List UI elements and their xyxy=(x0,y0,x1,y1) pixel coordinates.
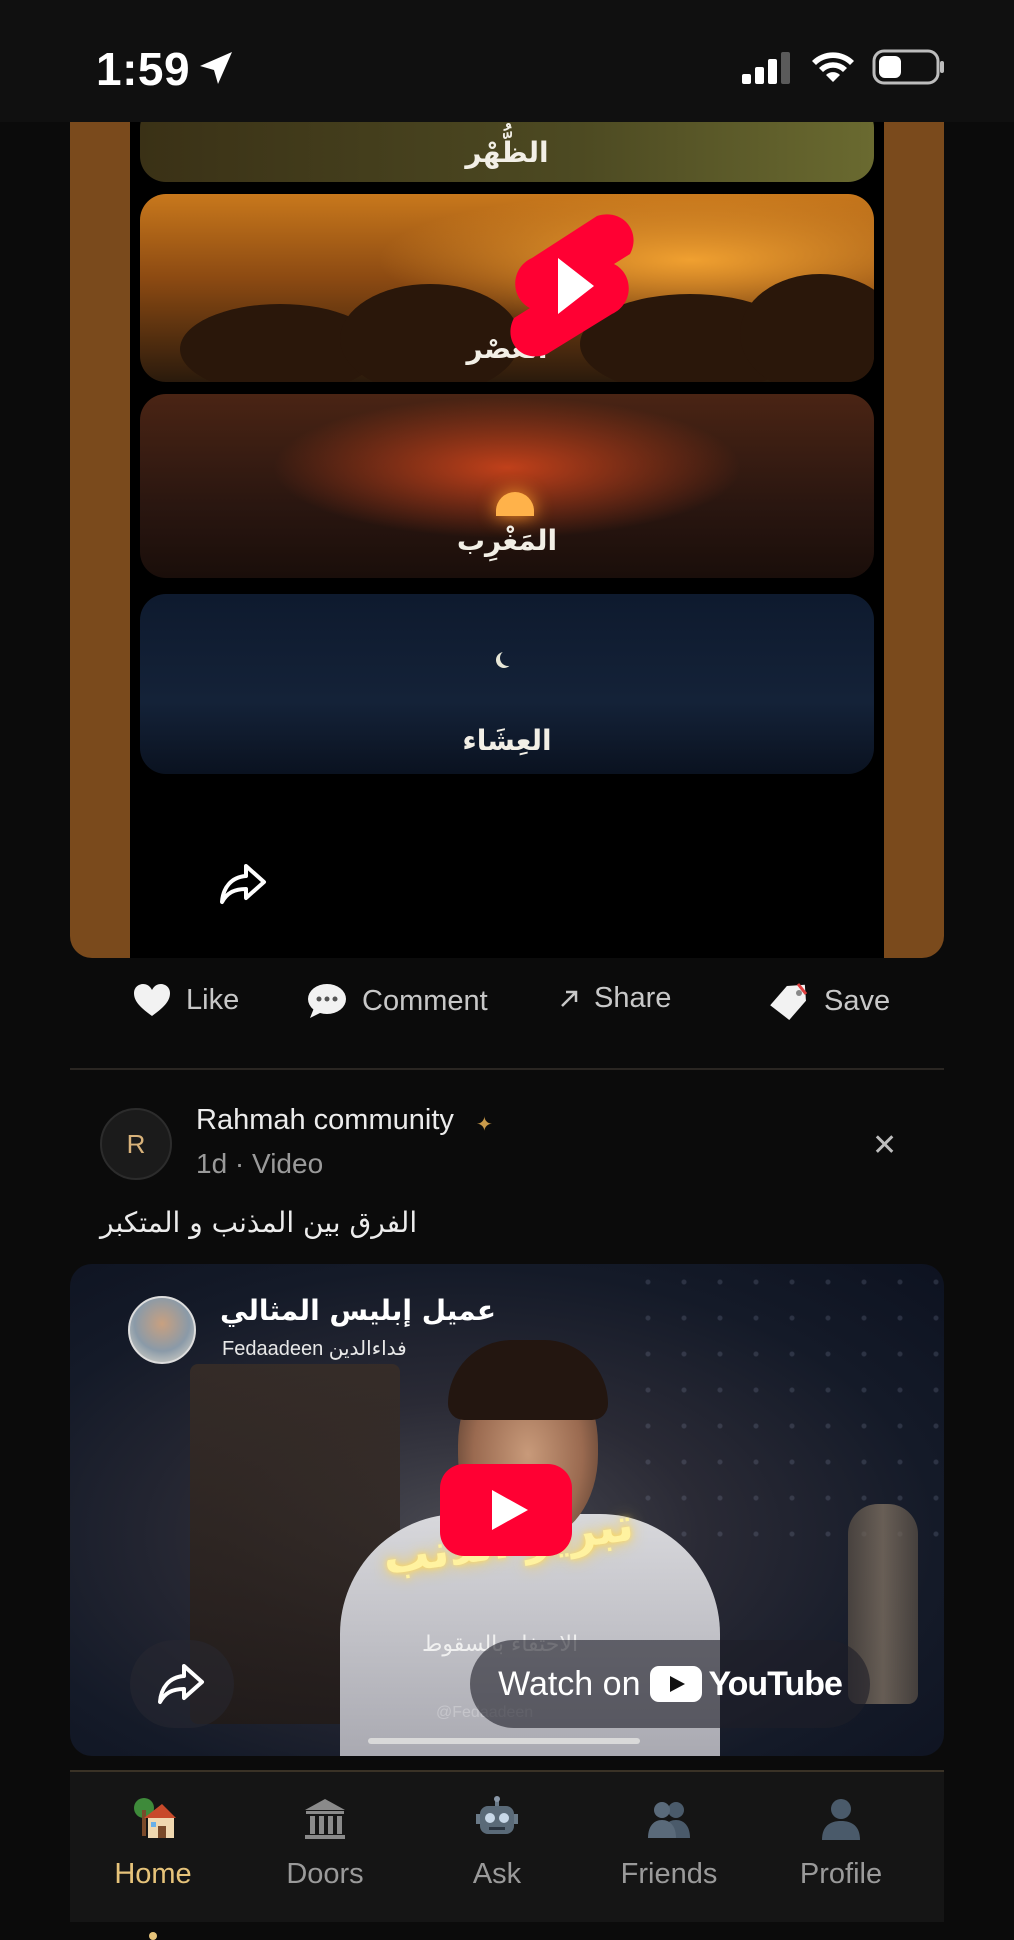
youtube-video-embed[interactable]: عميل إبليس المثالي Fedaadeen فداءالدين ت… xyxy=(70,1264,944,1756)
tag-icon xyxy=(770,983,808,1020)
friends-icon xyxy=(648,1802,690,1838)
comment-button[interactable]: Comment xyxy=(306,982,488,1020)
channel-name[interactable]: Fedaadeen فداءالدين xyxy=(222,1336,407,1361)
share-icon xyxy=(158,1664,204,1704)
robot-icon xyxy=(476,1796,518,1834)
prayer-label: الظُّهْر xyxy=(465,136,549,169)
nav-item-profile[interactable]: Profile xyxy=(761,1796,921,1891)
location-arrow-icon xyxy=(200,52,232,84)
nav-label-ask: Ask xyxy=(472,1858,522,1890)
sun-icon xyxy=(496,492,534,516)
nav-label-profile: Profile xyxy=(799,1858,883,1890)
arrow-up-right-icon xyxy=(561,990,578,1007)
post-meta: 1d · Video xyxy=(196,1148,324,1179)
bottom-navigation: Home Doors Ask Friends Profile xyxy=(70,1770,944,1940)
post-caption: الفرق بين المذنب و المتكبر xyxy=(100,1206,418,1239)
prayer-card-isha: العِشَاء xyxy=(140,594,874,774)
video-title[interactable]: عميل إبليس المثالي xyxy=(220,1294,496,1327)
comment-label: Comment xyxy=(362,984,488,1017)
nav-label-friends: Friends xyxy=(620,1858,718,1890)
post-video-thumbnail[interactable]: الظُّهْر العَصْر المَغْرِب العِشَاء xyxy=(70,122,944,958)
battery-icon xyxy=(872,49,944,85)
like-button[interactable]: Like xyxy=(132,982,239,1018)
home-indicator[interactable] xyxy=(368,1738,640,1744)
nav-item-doors[interactable]: Doors xyxy=(245,1796,405,1891)
youtube-logo: YouTube xyxy=(650,1664,843,1704)
prayer-label: المَغْرِب xyxy=(456,524,558,557)
nav-item-friends[interactable]: Friends xyxy=(589,1796,749,1891)
post-divider xyxy=(70,1068,944,1070)
person-hair xyxy=(448,1340,608,1420)
cellular-signal-icon xyxy=(742,52,790,84)
youtube-shorts-play-icon[interactable] xyxy=(502,206,642,366)
prayer-label: العِشَاء xyxy=(462,724,552,757)
author-name[interactable]: Rahmah community xyxy=(196,1104,454,1137)
youtube-play-button-icon[interactable] xyxy=(440,1464,572,1556)
doors-icon xyxy=(305,1799,345,1839)
status-time: 1:59 xyxy=(96,43,191,95)
speech-bubble-icon xyxy=(308,984,346,1018)
youtube-wordmark: YouTube xyxy=(708,1664,842,1703)
home-icon xyxy=(134,1798,176,1838)
watch-on-youtube-button[interactable]: Watch on YouTube xyxy=(470,1640,870,1728)
heart-icon xyxy=(134,984,170,1016)
post-actions: Like Comment Share Save xyxy=(70,964,944,1044)
save-label: Save xyxy=(824,984,891,1017)
nav-label-doors: Doors xyxy=(286,1858,364,1890)
status-bar: 1:59 xyxy=(0,0,1014,122)
author-avatar[interactable]: R xyxy=(100,1108,172,1180)
sparkle-icon: ✦ xyxy=(476,1114,493,1136)
prayer-card-maghrib: المَغْرِب xyxy=(140,394,874,578)
watch-on-label: Watch on xyxy=(498,1664,641,1703)
moon-icon xyxy=(500,650,516,666)
share-button[interactable] xyxy=(130,1640,234,1728)
nav-item-ask[interactable]: Ask xyxy=(417,1796,577,1891)
channel-avatar[interactable] xyxy=(128,1296,196,1364)
active-indicator-dot xyxy=(149,1932,157,1940)
video-frame: الظُّهْر العَصْر المَغْرِب العِشَاء xyxy=(130,122,884,958)
youtube-icon xyxy=(650,1666,703,1702)
wifi-icon xyxy=(812,52,854,82)
nav-item-home[interactable]: Home xyxy=(73,1796,233,1940)
share-button[interactable]: Share xyxy=(558,982,671,1015)
close-icon[interactable]: ✕ xyxy=(872,1128,897,1163)
like-label: Like xyxy=(186,983,240,1016)
profile-icon xyxy=(822,1799,860,1840)
share-icon[interactable] xyxy=(218,862,268,906)
save-button[interactable]: Save xyxy=(768,982,890,1020)
share-label: Share xyxy=(594,982,672,1014)
nav-label-home: Home xyxy=(114,1858,192,1890)
prayer-card-dhuhr: الظُّهْر xyxy=(140,122,874,182)
